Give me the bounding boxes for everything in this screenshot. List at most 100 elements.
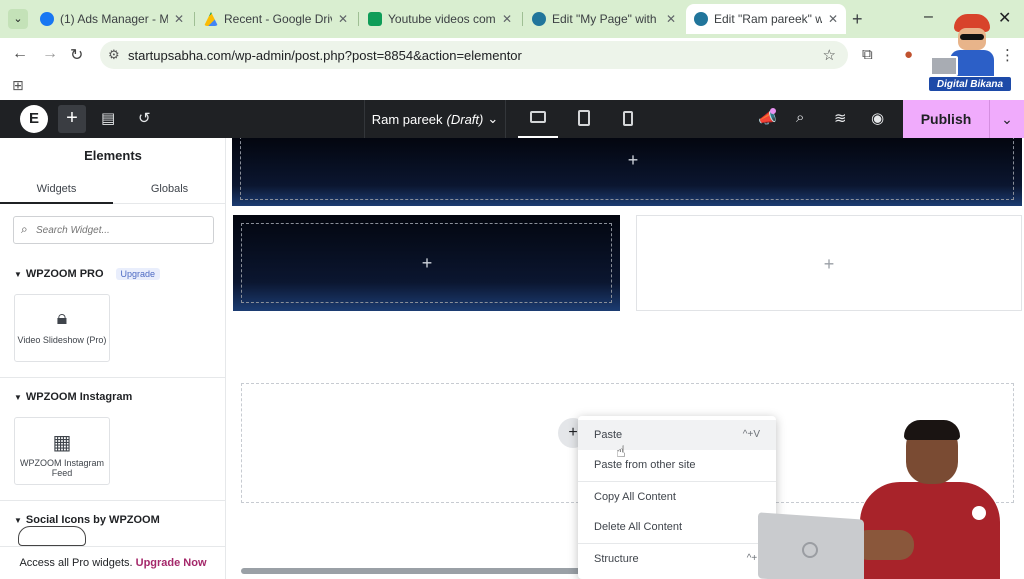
close-icon[interactable]: ✕ (666, 12, 676, 26)
category-name: WPZOOM PRO (25, 268, 104, 280)
tab-title: Edit "Ram pareek" with E (714, 12, 822, 26)
search-icon: ⌕ (21, 222, 28, 236)
meta-favicon-icon (40, 12, 54, 26)
panel-title: Elements (84, 148, 142, 163)
tab-title: Youtube videos complete (388, 12, 496, 26)
category-divider (0, 500, 225, 501)
search-icon[interactable]: ⌕ (796, 109, 804, 126)
menu-item-structure[interactable]: Structure ^+I (578, 544, 776, 574)
elements-panel: Elements Widgets Globals ⌕ ▼ WPZOOM PRO … (0, 138, 226, 579)
close-icon[interactable]: ✕ (174, 12, 184, 26)
tab-globals[interactable]: Globals (113, 176, 225, 204)
widget-search[interactable]: ⌕ (13, 216, 214, 244)
address-bar[interactable]: ⚙ startupsabha.com/wp-admin/post.php?pos… (100, 41, 848, 69)
pro-upgrade-footer: Access all Pro widgets. Upgrade Now (0, 546, 225, 579)
extension-avatar-icon[interactable]: ● (904, 46, 913, 63)
caret-down-icon: ▼ (14, 392, 22, 402)
browser-toolbar: ← → ↻ ⚙ startupsabha.com/wp-admin/post.p… (0, 38, 1024, 72)
apps-grid-icon[interactable]: ⊞ (12, 77, 24, 94)
publish-button[interactable]: Publish (903, 100, 989, 138)
widget-label: WPZOOM Instagram Feed (19, 458, 104, 478)
browser-tab-google-drive[interactable]: Recent - Google Drive ✕ (196, 4, 356, 34)
tab-title: (1) Ads Manager - Manag (60, 12, 168, 26)
structure-layers-icon[interactable]: ≋ (834, 109, 847, 127)
tab-separator (358, 12, 359, 26)
tab-title: Recent - Google Drive (224, 12, 332, 26)
laptop-logo-icon (802, 542, 818, 558)
tablet-view-button[interactable] (564, 100, 604, 138)
page-settings-icon[interactable]: ▤ (101, 109, 115, 127)
elementor-top-bar: E + ▤ ↺ Ram pareek (Draft) ⌄ 📣 ⌕ ≋ ◉ (0, 100, 1024, 138)
category-social-icons-by-wpzoom[interactable]: ▼ Social Icons by WPZOOM (14, 514, 160, 526)
upgrade-badge[interactable]: Upgrade (115, 268, 161, 280)
extensions-icon[interactable]: ⧉ (862, 46, 873, 63)
dark-column-section[interactable]: + (233, 215, 620, 311)
browser-tab-youtube-sheet[interactable]: Youtube videos complete ✕ (360, 4, 520, 34)
browser-tab-ads-manager[interactable]: (1) Ads Manager - Manag ✕ (32, 4, 192, 34)
category-wpzoom-instagram[interactable]: ▼ WPZOOM Instagram (14, 391, 132, 403)
document-name-dropdown[interactable]: Ram pareek (Draft) ⌄ (364, 100, 506, 138)
document-name: Ram pareek (371, 111, 443, 127)
hand-pointer-cursor-icon: ☝ (616, 444, 626, 461)
close-icon[interactable]: ✕ (338, 12, 348, 26)
category-divider (0, 377, 225, 378)
category-name: Social Icons by WPZOOM (25, 514, 160, 526)
browser-tab-strip: ⌄ (1) Ads Manager - Manag ✕ Recent - Goo… (0, 0, 1024, 38)
doodle-cloud-shape (18, 526, 86, 546)
widget-wpzoom-instagram-feed[interactable]: ▦ WPZOOM Instagram Feed (14, 417, 110, 485)
browser-tab-edit-ram-pareek[interactable]: Edit "Ram pareek" with E ✕ (686, 4, 846, 34)
close-icon[interactable]: ✕ (828, 12, 838, 26)
menu-item-label: Structure (594, 553, 639, 565)
menu-item-paste[interactable]: Paste ^+V (578, 420, 776, 450)
publish-options-chevron-icon[interactable]: ⌄ (989, 100, 1024, 138)
wordpress-favicon-icon (532, 12, 546, 26)
white-column-section[interactable]: + (636, 215, 1022, 311)
caret-down-icon: ▼ (14, 515, 22, 525)
add-widget-plus-icon[interactable]: + (417, 253, 437, 273)
category-wpzoom-pro[interactable]: ▼ WPZOOM PRO Upgrade (14, 268, 161, 280)
history-icon[interactable]: ↺ (138, 109, 151, 127)
preview-eye-icon[interactable]: ◉ (871, 109, 884, 127)
mobile-view-button[interactable] (608, 100, 648, 138)
new-tab-button[interactable]: + (852, 9, 863, 29)
bookmarks-bar: ⊞ (0, 72, 1024, 100)
menu-item-copy-all-content[interactable]: Copy All Content (578, 482, 776, 512)
google-sheets-favicon-icon (368, 12, 382, 26)
presenter-hair-shape (904, 420, 960, 440)
search-widget-input[interactable] (36, 221, 206, 239)
browser-tab-edit-my-page[interactable]: Edit "My Page" with Elem ✕ (524, 4, 684, 34)
add-element-button[interactable]: + (58, 105, 86, 133)
tab-search-button[interactable]: ⌄ (8, 9, 28, 29)
menu-item-label: Paste from other site (594, 459, 696, 471)
close-icon[interactable]: ✕ (502, 12, 512, 26)
instagram-grid-icon: ▦ (52, 432, 72, 454)
google-drive-favicon-icon (204, 12, 218, 26)
chevron-down-icon: ⌄ (487, 111, 499, 126)
forward-icon[interactable]: → (42, 45, 58, 63)
tab-widgets[interactable]: Widgets (0, 176, 113, 204)
desktop-view-button[interactable] (518, 100, 558, 138)
document-status: (Draft) (446, 111, 484, 127)
reload-icon[interactable]: ↻ (70, 45, 83, 65)
channel-logo-text: Digital Bikana (928, 76, 1012, 92)
url-text: startupsabha.com/wp-admin/post.php?post=… (128, 48, 522, 63)
category-name: WPZOOM Instagram (25, 391, 133, 403)
tab-separator (194, 12, 195, 26)
menu-item-paste-from-other-site[interactable]: Paste from other site (578, 450, 776, 480)
widget-video-slideshow-pro[interactable]: 🔒︎ Video Slideshow (Pro) (14, 294, 110, 362)
add-widget-plus-icon[interactable]: + (819, 254, 839, 274)
sunglasses-shape (960, 34, 984, 40)
tablet-icon (578, 110, 590, 126)
notification-dot (770, 108, 776, 114)
site-info-icon[interactable]: ⚙ (108, 47, 120, 63)
back-icon[interactable]: ← (12, 45, 28, 63)
footer-text: Access all Pro widgets. (19, 557, 133, 569)
laptop-shape (930, 56, 958, 76)
upgrade-now-link[interactable]: Upgrade Now (136, 557, 207, 569)
lock-icon: 🔒︎ (56, 307, 68, 329)
bookmark-star-icon[interactable]: ☆ (823, 46, 836, 64)
add-widget-plus-icon[interactable]: + (623, 150, 643, 170)
menu-item-delete-all-content[interactable]: Delete All Content (578, 512, 776, 542)
elementor-logo-icon[interactable]: E (20, 105, 48, 133)
hero-section[interactable]: + (232, 138, 1022, 206)
